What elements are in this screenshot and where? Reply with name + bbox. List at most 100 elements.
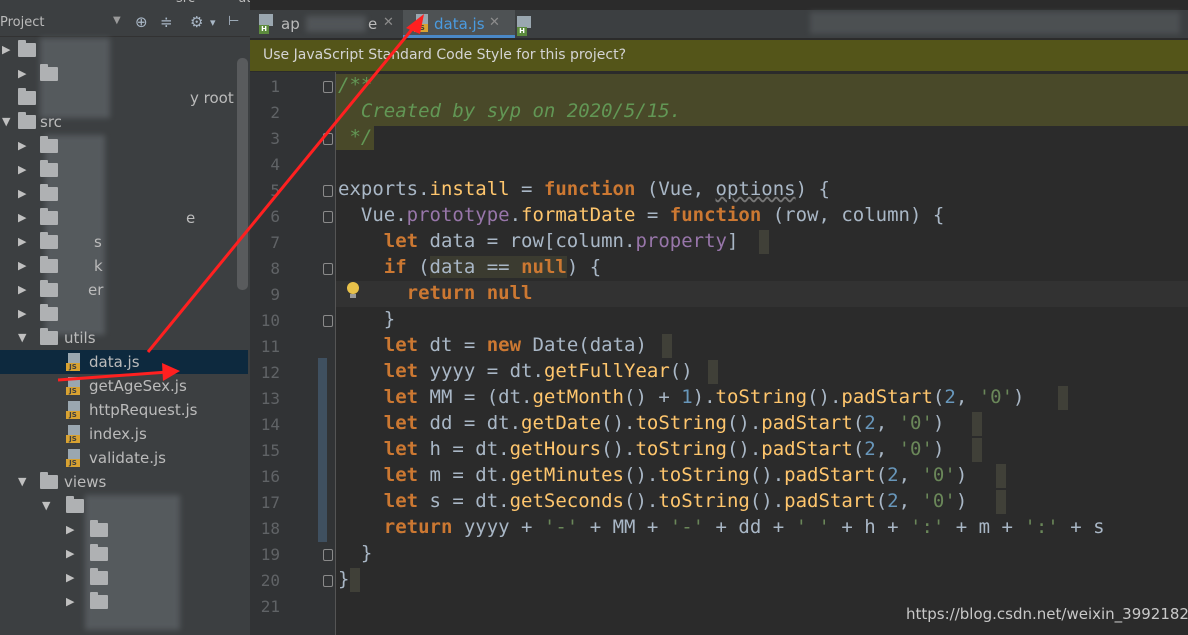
tree-folder[interactable]: ▶ [0,182,248,206]
tree-folder[interactable]: ▶ [0,62,248,86]
tree-file[interactable]: JS getAgeSex.js [0,374,248,398]
js-file-icon: JS [66,425,82,443]
tree-folder[interactable]: ▶ [0,542,248,566]
close-icon[interactable]: ✕ [383,15,394,30]
js-file-icon: JS [414,14,430,32]
line-number: 18 [260,519,280,538]
line-number: 3 [270,129,280,148]
watermark: https://blog.csdn.net/weixin_39921821 [906,605,1188,623]
tree-folder[interactable]: ▶ [0,302,248,326]
tree-folder[interactable]: ▶ [0,566,248,590]
tree-label: er [88,281,104,299]
fold-marker[interactable] [323,211,333,223]
tree-folder[interactable]: ▶ er [0,278,248,302]
breadcrumb-utils[interactable]: utils [238,0,250,6]
blurred-region [810,12,1180,34]
breadcrumb-src[interactable]: src [176,0,195,6]
line-number: 7 [270,233,280,252]
tree-file-data-js[interactable]: JS data.js [0,350,248,374]
fold-marker[interactable] [323,575,333,587]
js-file-icon: JS [66,449,82,467]
project-scrollbar[interactable] [237,58,248,290]
notification-bar[interactable]: Use JavaScript Standard Code Style for t… [250,40,1188,71]
line-number: 10 [260,311,280,330]
tree-folder-root[interactable]: y root [0,86,248,110]
code-line: let MM = (dt.getMonth() + 1).toString().… [383,386,1025,408]
code-line: */ [338,126,373,148]
html-file-icon: H [259,14,273,34]
settings-dropdown-icon[interactable]: ▾ [210,16,216,29]
project-title[interactable]: Project [0,15,44,30]
tree-folder-src[interactable]: ▼ src [0,110,248,134]
collapse-icon[interactable]: ≑ [160,13,173,31]
tree-folder-views[interactable]: ▼ views [0,470,248,494]
tree-folder[interactable]: ▶ [0,158,248,182]
project-header: Project ▼ ⊕ ≑ ⚙ ▾ ⊢ [0,10,250,37]
code-line: } [338,568,350,590]
fold-marker[interactable] [323,185,333,197]
code-line: /** [338,74,373,96]
tree-folder[interactable]: ▶ [0,518,248,542]
tree-label: e [186,209,196,227]
tree-folder[interactable]: ▶ k [0,254,248,278]
code-line: let h = dt.getHours().toString().padStar… [383,438,945,460]
gear-icon[interactable]: ⚙ [190,13,203,31]
tree-folder-utils[interactable]: ▼ utils [0,326,248,350]
line-number: 9 [270,285,280,304]
tree-file[interactable]: JS httpRequest.js [0,398,248,422]
line-number: 20 [260,571,280,590]
tree-label: src [40,113,62,131]
whitespace-marker [996,464,1006,488]
html-file-icon[interactable]: H [517,16,531,36]
whitespace-marker [996,490,1006,514]
line-number: 12 [260,363,280,382]
code-line: let yyyy = dt.getFullYear() [383,360,693,382]
code-line: let dd = dt.getDate().toString().padStar… [383,412,945,434]
tree-folder[interactable]: ▶ [0,590,248,614]
tree-folder[interactable]: ▶ s [0,230,248,254]
line-number: 8 [270,259,280,278]
code-line: let data = row[column.property] [383,230,739,252]
fold-marker[interactable] [323,133,333,145]
whitespace-marker [662,334,672,358]
comment-text: Created by syp on 2020/5/15. [338,100,682,122]
tree-folder[interactable]: ▶ [0,38,248,62]
code-line: } [338,308,396,330]
chevron-down-icon[interactable]: ▼ [113,15,121,26]
line-number: 15 [260,441,280,460]
fold-marker[interactable] [323,263,333,275]
whitespace-marker [708,360,718,384]
code-line: Created by syp on 2020/5/15. [338,100,681,122]
js-file-icon: JS [66,377,82,395]
code-line: if (data == null) { [383,256,602,278]
code-line: } [338,542,373,564]
whitespace-marker [759,230,769,254]
tree-label: index.js [89,425,147,443]
tree-label: data.js [89,353,140,371]
line-number: 14 [260,415,280,434]
whitespace-marker [972,412,982,436]
whitespace-marker [972,438,982,462]
fold-marker[interactable] [323,549,333,561]
fold-marker[interactable] [323,315,333,327]
line-number: 16 [260,467,280,486]
tree-file[interactable]: JS validate.js [0,446,248,470]
tab-data-js[interactable]: JS data.js ✕ [403,10,515,38]
code-line: let m = dt.getMinutes().toString().padSt… [383,464,968,486]
tab-ap[interactable]: H ap e ✕ [250,10,402,38]
change-marker [318,358,327,542]
fold-marker[interactable] [323,81,333,93]
close-icon[interactable]: ✕ [489,15,500,30]
hide-icon[interactable]: ⊢ [228,14,239,29]
code-line: return null [406,282,533,304]
whitespace-marker [1058,386,1068,410]
line-number: 19 [260,545,280,564]
tree-folder[interactable]: ▶ e [0,206,248,230]
tree-label: s [94,233,102,251]
tree-folder[interactable]: ▶ [0,134,248,158]
line-number: 13 [260,389,280,408]
tab-label: data.js [434,15,485,33]
locate-icon[interactable]: ⊕ [135,13,148,31]
tree-file[interactable]: JS index.js [0,422,248,446]
tree-folder[interactable]: ▼ [0,494,248,518]
